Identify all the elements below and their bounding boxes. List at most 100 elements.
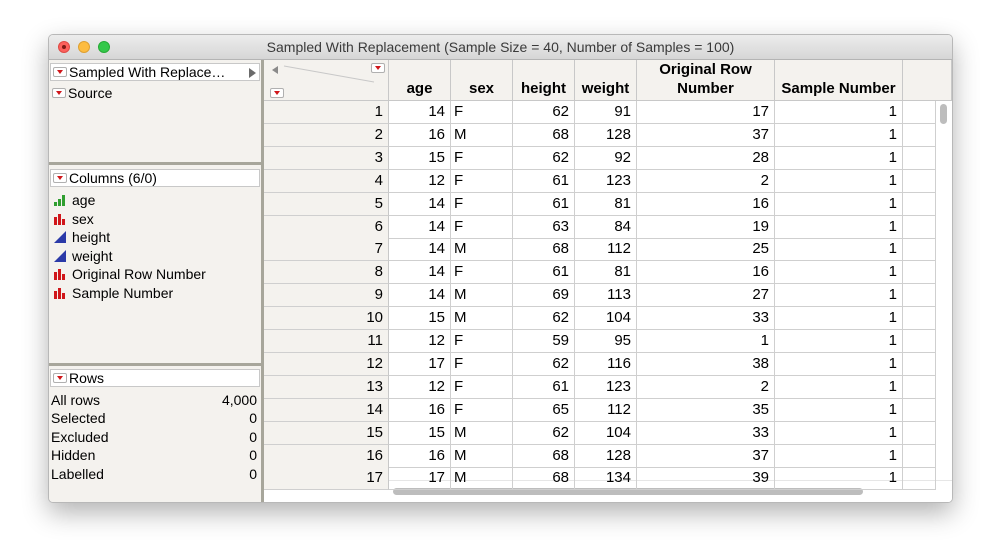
row-number[interactable]: 15 — [264, 421, 389, 445]
row-number[interactable]: 2 — [264, 123, 389, 147]
table-cell[interactable]: 92 — [575, 146, 637, 170]
table-cell[interactable]: 91 — [575, 101, 637, 124]
row-number[interactable]: 11 — [264, 330, 389, 353]
table-cell[interactable]: 68 — [513, 467, 575, 491]
table-cell[interactable]: 37 — [637, 123, 775, 147]
table-cell[interactable]: 2 — [637, 375, 775, 399]
table-cell[interactable]: 65 — [513, 398, 575, 422]
header-original-row-number[interactable]: Original Row Number — [637, 60, 775, 101]
table-cell[interactable]: 123 — [575, 169, 637, 193]
header-sex[interactable]: sex — [451, 60, 513, 101]
table-cell[interactable]: 68 — [513, 238, 575, 262]
table-cell[interactable]: 15 — [389, 146, 451, 170]
row-number[interactable]: 5 — [264, 192, 389, 216]
table-cell[interactable]: 16 — [389, 123, 451, 147]
table-cell[interactable]: 38 — [637, 352, 775, 376]
table-cell[interactable]: 19 — [637, 215, 775, 239]
rows-header[interactable]: Rows — [50, 369, 260, 387]
header-weight[interactable]: weight — [575, 60, 637, 101]
table-cell[interactable]: 62 — [513, 101, 575, 124]
table-cell[interactable]: 33 — [637, 307, 775, 331]
table-cell[interactable]: 14 — [389, 215, 451, 239]
row-number[interactable]: 10 — [264, 307, 389, 331]
table-cell[interactable]: 1 — [775, 467, 903, 491]
table-cell[interactable]: 61 — [513, 375, 575, 399]
table-cell[interactable]: 1 — [775, 284, 903, 308]
table-cell[interactable]: 14 — [389, 284, 451, 308]
table-cell[interactable]: M — [451, 123, 513, 147]
row-number[interactable]: 6 — [264, 215, 389, 239]
row-number[interactable]: 16 — [264, 444, 389, 468]
expand-arrow-icon[interactable] — [249, 68, 256, 78]
table-cell[interactable]: 12 — [389, 375, 451, 399]
table-cell[interactable]: 1 — [775, 444, 903, 468]
row-number[interactable]: 4 — [264, 169, 389, 193]
header-height[interactable]: height — [513, 60, 575, 101]
table-cell[interactable]: 61 — [513, 261, 575, 285]
table-cell[interactable]: F — [451, 261, 513, 285]
table-cell[interactable]: 33 — [637, 421, 775, 445]
back-arrow-icon[interactable] — [272, 66, 278, 74]
table-cell[interactable]: 68 — [513, 123, 575, 147]
table-cell[interactable]: 112 — [575, 398, 637, 422]
table-cell[interactable]: 1 — [775, 238, 903, 262]
columns-menu-icon[interactable] — [53, 173, 67, 184]
table-cell[interactable]: 1 — [775, 123, 903, 147]
table-cell[interactable]: 17 — [389, 352, 451, 376]
table-cell[interactable]: 35 — [637, 398, 775, 422]
header-age[interactable]: age — [389, 60, 451, 101]
table-cell[interactable]: 2 — [637, 169, 775, 193]
table-cell[interactable]: 14 — [389, 238, 451, 262]
row-number[interactable]: 7 — [264, 238, 389, 262]
table-cell[interactable]: 1 — [775, 101, 903, 124]
table-name-header[interactable]: Sampled With Replace… — [50, 63, 260, 81]
row-number[interactable]: 3 — [264, 146, 389, 170]
table-cell[interactable]: 17 — [389, 467, 451, 491]
row-number[interactable]: 14 — [264, 398, 389, 422]
table-cell[interactable]: 1 — [775, 330, 903, 353]
table-cell[interactable]: 1 — [775, 169, 903, 193]
row-number[interactable]: 9 — [264, 284, 389, 308]
source-item[interactable]: Source — [50, 84, 112, 102]
table-cell[interactable]: F — [451, 398, 513, 422]
table-cell[interactable]: F — [451, 375, 513, 399]
table-cell[interactable]: 69 — [513, 284, 575, 308]
table-cell[interactable]: 14 — [389, 261, 451, 285]
rows-menu-icon[interactable] — [53, 373, 67, 384]
table-cell[interactable]: 12 — [389, 169, 451, 193]
table-cell[interactable]: 59 — [513, 330, 575, 353]
table-cell[interactable]: 27 — [637, 284, 775, 308]
table-cell[interactable]: 15 — [389, 421, 451, 445]
table-cell[interactable]: 28 — [637, 146, 775, 170]
table-cell[interactable]: 1 — [775, 261, 903, 285]
table-cell[interactable]: M — [451, 444, 513, 468]
table-cell[interactable]: 16 — [637, 261, 775, 285]
table-cell[interactable]: 1 — [775, 192, 903, 216]
table-cell[interactable]: 104 — [575, 307, 637, 331]
table-cell[interactable]: 1 — [775, 146, 903, 170]
table-cell[interactable]: 116 — [575, 352, 637, 376]
table-cell[interactable]: 61 — [513, 192, 575, 216]
table-cell[interactable]: 1 — [775, 215, 903, 239]
row-number[interactable]: 8 — [264, 261, 389, 285]
table-cell[interactable]: 25 — [637, 238, 775, 262]
table-cell[interactable]: 14 — [389, 192, 451, 216]
table-cell[interactable]: 62 — [513, 146, 575, 170]
table-cell[interactable]: 81 — [575, 261, 637, 285]
table-cell[interactable]: 16 — [389, 444, 451, 468]
table-cell[interactable]: M — [451, 284, 513, 308]
table-cell[interactable]: 128 — [575, 123, 637, 147]
vertical-scrollbar[interactable] — [936, 101, 952, 481]
title-bar[interactable]: Sampled With Replacement (Sample Size = … — [49, 35, 952, 60]
table-cell[interactable]: 37 — [637, 444, 775, 468]
table-cell[interactable]: 81 — [575, 192, 637, 216]
table-cell[interactable]: 1 — [775, 421, 903, 445]
columns-header[interactable]: Columns (6/0) — [50, 169, 260, 187]
table-cell[interactable]: F — [451, 169, 513, 193]
table-cell[interactable]: 12 — [389, 330, 451, 353]
table-cell[interactable]: 17 — [637, 101, 775, 124]
table-cell[interactable]: F — [451, 330, 513, 353]
table-cell[interactable]: 112 — [575, 238, 637, 262]
table-cell[interactable]: F — [451, 352, 513, 376]
row-number[interactable]: 12 — [264, 352, 389, 376]
